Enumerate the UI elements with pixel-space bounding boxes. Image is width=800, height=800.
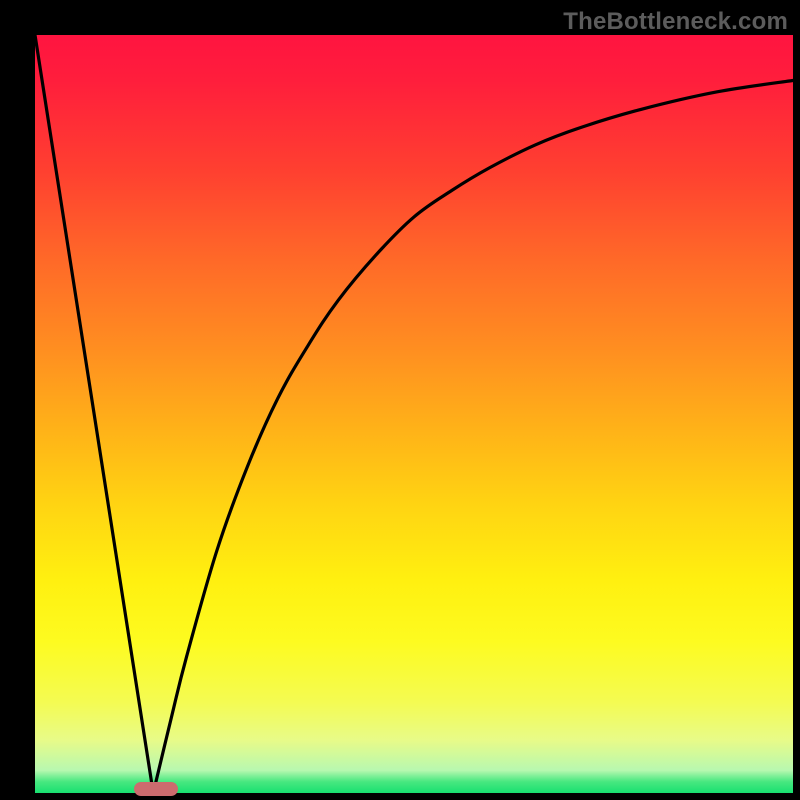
curve-layer: [35, 35, 793, 793]
left-branch-line: [35, 35, 153, 793]
plot-area: [35, 35, 793, 793]
right-branch-line: [153, 80, 793, 793]
watermark-label: TheBottleneck.com: [563, 8, 788, 36]
chart-frame: TheBottleneck.com: [0, 0, 800, 800]
bottleneck-marker: [134, 782, 178, 796]
